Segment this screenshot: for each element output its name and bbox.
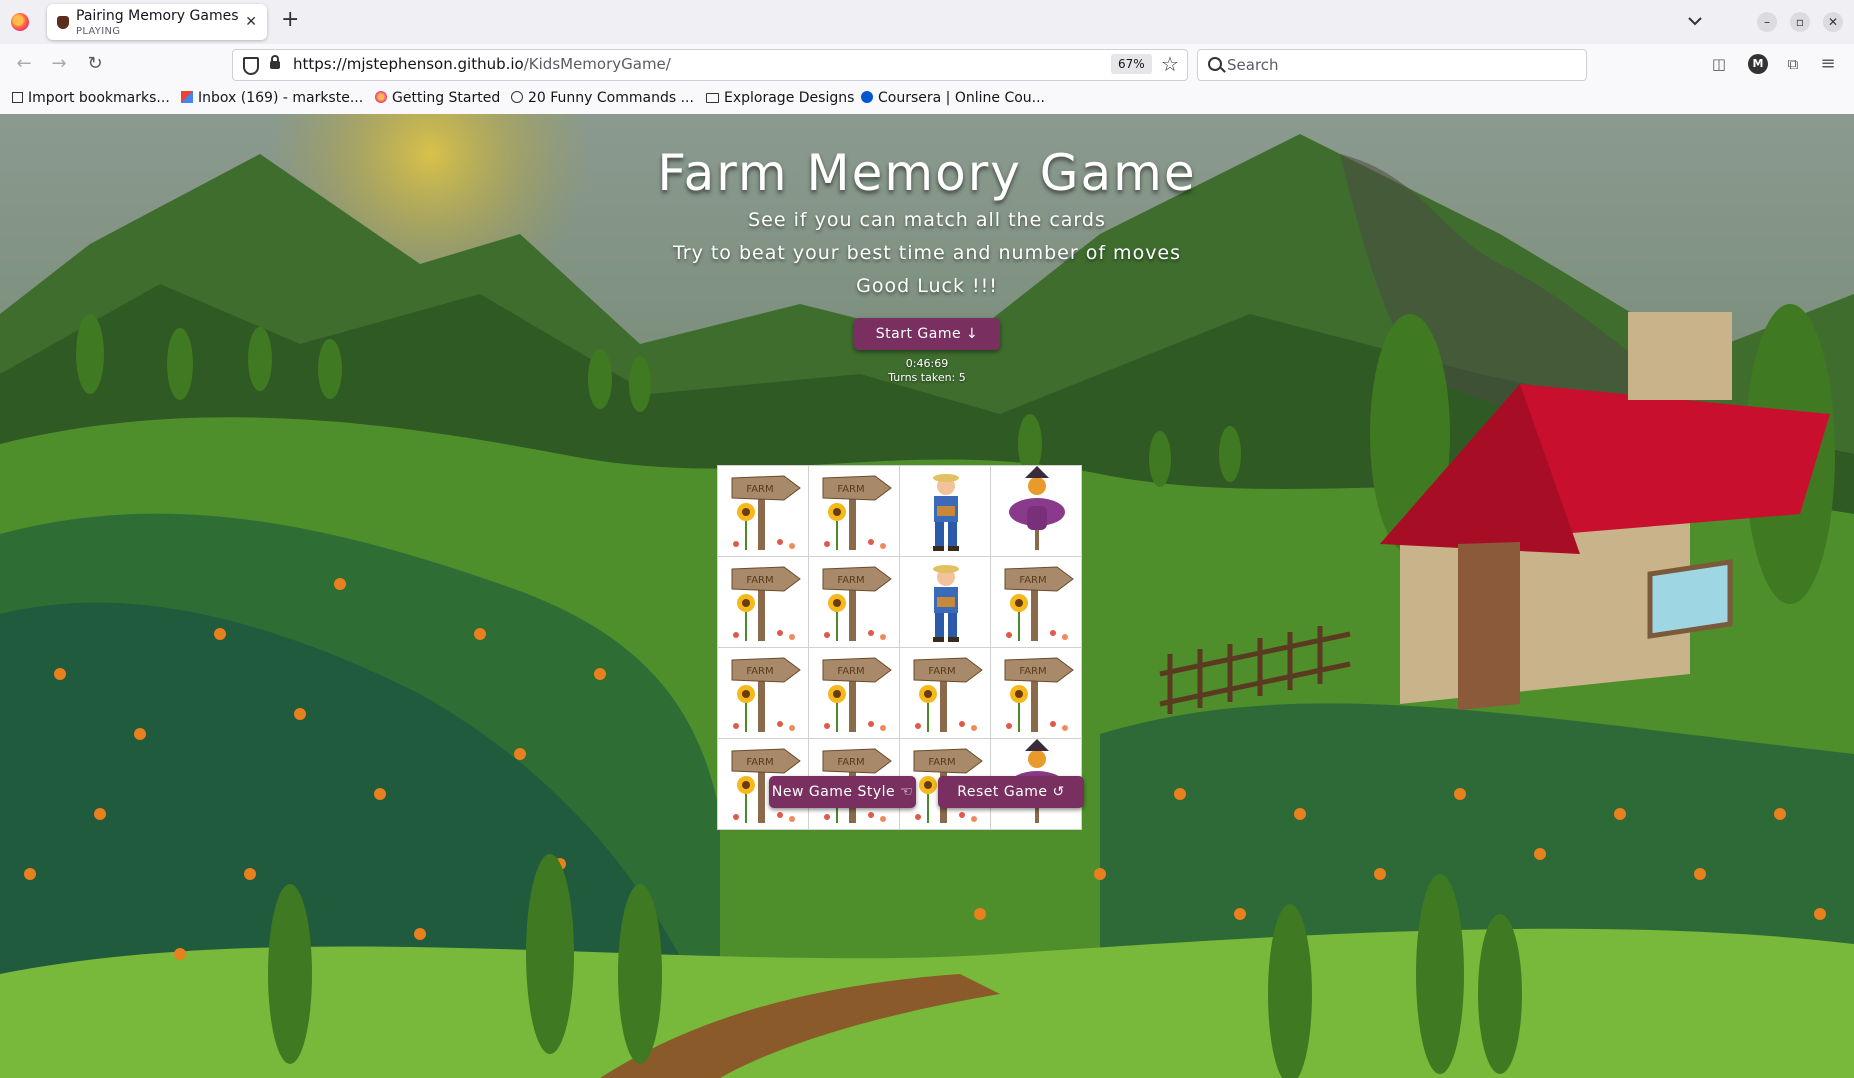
bookmark-explorage[interactable]: Explorage Designs: [706, 90, 854, 106]
globe-icon: [511, 91, 523, 103]
tab-bar: Pairing Memory Games PLAYING ✕ + – ▫ ✕: [0, 0, 1854, 44]
intro-line: See if you can match all the cards: [748, 209, 1106, 231]
card-sign-text: FARM: [837, 666, 864, 677]
navigation-bar: ← → ↻ https://mjstephenson.github.io/Kid…: [0, 44, 1854, 84]
card-sign-text: FARM: [746, 757, 773, 768]
memory-card-farm-sign[interactable]: FARM: [717, 556, 809, 648]
card-sign-text: FARM: [746, 484, 773, 495]
card-grid: FARM FARM FARM FARM FARM FARM FARM FARM FARM FARM…: [717, 465, 1135, 881]
search-placeholder: Search: [1227, 56, 1279, 74]
memory-card-farmer[interactable]: [899, 465, 991, 557]
bookmark-label: Inbox (169) - markste...: [198, 90, 364, 106]
extensions-icon[interactable]: ⧉: [1782, 53, 1804, 75]
card-sign-text: FARM: [928, 666, 955, 677]
farmer-icon: [933, 565, 959, 642]
new-game-style-button[interactable]: New Game Style ☜: [769, 776, 916, 808]
search-icon: [1208, 57, 1222, 71]
tab-title: Pairing Memory Games: [76, 8, 239, 24]
memory-card-farm-sign[interactable]: FARM: [717, 465, 809, 557]
page-content: Farm Memory Game See if you can match al…: [0, 114, 1854, 1078]
bookmark-import[interactable]: Import bookmarks...: [12, 90, 170, 106]
search-input[interactable]: Search: [1197, 49, 1587, 81]
start-game-button[interactable]: Start Game ↓: [854, 318, 1000, 350]
game-timer: 0:46:69: [905, 357, 949, 370]
card-sign-text: FARM: [837, 757, 864, 768]
memory-card-farm-sign[interactable]: FARM: [990, 556, 1082, 648]
scarecrow-icon: [1009, 466, 1065, 550]
browser-tab[interactable]: Pairing Memory Games PLAYING ✕: [47, 4, 267, 40]
memory-card-farm-sign[interactable]: FARM: [808, 647, 900, 739]
memory-card-farm-sign[interactable]: FARM: [990, 647, 1082, 739]
farm-sign-icon: FARM: [731, 657, 801, 732]
minimize-icon[interactable]: –: [1757, 12, 1777, 32]
url-text[interactable]: https://mjstephenson.github.io/KidsMemor…: [293, 55, 671, 73]
farm-sign-icon: FARM: [822, 657, 892, 732]
memory-card-farm-sign[interactable]: FARM: [717, 647, 809, 739]
folder-icon: [706, 93, 719, 103]
bookmark-label: 20 Funny Commands ...: [528, 90, 694, 106]
bookmark-label: Import bookmarks...: [28, 90, 170, 106]
tab-favicon-icon: [57, 16, 69, 29]
bookmark-label: Getting Started: [392, 90, 501, 106]
tab-close-icon[interactable]: ✕: [245, 14, 257, 30]
url-bar[interactable]: https://mjstephenson.github.io/KidsMemor…: [232, 49, 1188, 81]
url-host: https://mjstephenson.github.io: [293, 55, 524, 73]
farm-sign-icon: FARM: [822, 475, 892, 550]
forward-arrow-icon[interactable]: →: [48, 53, 70, 75]
reset-game-button[interactable]: Reset Game ↺: [938, 776, 1084, 808]
turns-counter: Turns taken: 5: [888, 371, 966, 384]
import-icon: [12, 92, 23, 103]
account-avatar[interactable]: M: [1748, 54, 1768, 74]
restore-icon[interactable]: ▫: [1790, 12, 1810, 32]
firefox-icon: [375, 91, 387, 103]
url-path: /KidsMemoryGame/: [523, 55, 671, 73]
card-sign-text: FARM: [1019, 575, 1046, 586]
bookmark-label: Coursera | Online Cou...: [878, 90, 1046, 106]
card-sign-text: FARM: [928, 757, 955, 768]
coursera-icon: [861, 91, 873, 103]
farm-sign-icon: FARM: [1004, 657, 1074, 732]
back-arrow-icon[interactable]: ←: [13, 53, 35, 75]
memory-card-farm-sign[interactable]: FARM: [808, 556, 900, 648]
gmail-icon: [181, 91, 193, 103]
firefox-icon[interactable]: [11, 13, 29, 31]
pocket-icon[interactable]: ◫: [1708, 53, 1730, 75]
bookmarks-toolbar: Import bookmarks... Inbox (169) - markst…: [0, 84, 1854, 115]
tab-list-chevron-icon[interactable]: [1686, 12, 1704, 30]
card-sign-text: FARM: [746, 666, 773, 677]
farm-sign-icon: FARM: [1004, 566, 1074, 641]
reload-icon[interactable]: ↻: [84, 53, 106, 75]
bookmark-label: Explorage Designs: [724, 90, 855, 106]
new-tab-icon[interactable]: +: [281, 9, 299, 31]
game-title: Farm Memory Game: [657, 144, 1197, 202]
bookmark-star-icon[interactable]: ☆: [1161, 52, 1179, 76]
house-window: [1647, 559, 1733, 639]
farm-sign-icon: FARM: [822, 566, 892, 641]
memory-card-farm-sign[interactable]: FARM: [808, 465, 900, 557]
bookmark-funny-commands[interactable]: 20 Funny Commands ...: [511, 90, 694, 106]
memory-card-farmer[interactable]: [899, 556, 991, 648]
house-door: [1458, 542, 1520, 710]
tab-status: PLAYING: [76, 26, 121, 37]
shield-icon[interactable]: [243, 57, 259, 75]
intro-line: Good Luck !!!: [856, 275, 998, 297]
card-sign-text: FARM: [1019, 666, 1046, 677]
card-sign-text: FARM: [837, 484, 864, 495]
menu-hamburger-icon[interactable]: ≡: [1817, 53, 1839, 75]
lock-icon[interactable]: [270, 55, 280, 69]
memory-card-farm-sign[interactable]: FARM: [899, 647, 991, 739]
farmer-icon: [933, 474, 959, 551]
bookmark-coursera[interactable]: Coursera | Online Cou...: [861, 90, 1045, 106]
farm-sign-icon: FARM: [913, 657, 983, 732]
close-window-icon[interactable]: ✕: [1823, 12, 1843, 32]
zoom-level-badge[interactable]: 67%: [1111, 54, 1152, 74]
farm-sign-icon: FARM: [731, 475, 801, 550]
farm-sign-icon: FARM: [731, 566, 801, 641]
card-sign-text: FARM: [746, 575, 773, 586]
memory-card-scarecrow[interactable]: [990, 465, 1082, 557]
bookmark-getting-started[interactable]: Getting Started: [375, 90, 500, 106]
intro-line: Try to beat your best time and number of…: [672, 242, 1182, 264]
card-sign-text: FARM: [837, 575, 864, 586]
bookmark-inbox[interactable]: Inbox (169) - markste...: [181, 90, 363, 106]
